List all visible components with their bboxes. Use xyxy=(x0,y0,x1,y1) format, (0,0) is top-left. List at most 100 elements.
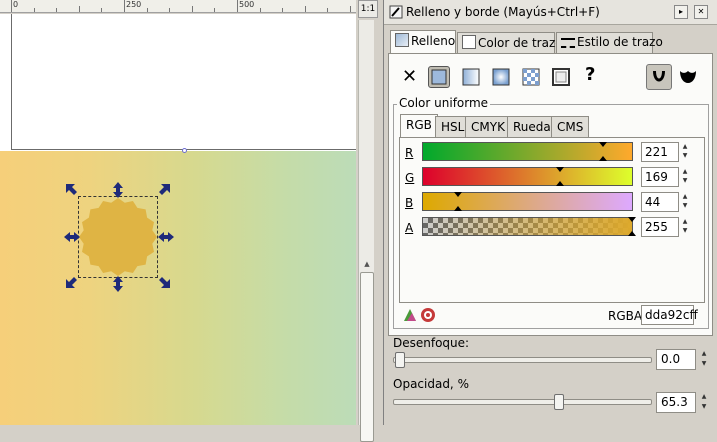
vertical-scrollbar[interactable]: ▲ xyxy=(358,20,374,442)
ruler-label: 250 xyxy=(126,0,142,9)
tab-wheel[interactable]: Rueda xyxy=(507,116,557,138)
flat-color-button[interactable] xyxy=(428,66,450,88)
slider-a-marker[interactable] xyxy=(628,231,636,236)
selection-handles[interactable] xyxy=(64,182,174,292)
scale-handle-right-icon xyxy=(158,232,174,242)
ruler-tick xyxy=(169,8,170,12)
dialog-titlebar[interactable]: Relleno y borde (Mayús+Ctrl+F) ▸ ✕ xyxy=(384,0,717,25)
blur-value-input[interactable]: 0.0 xyxy=(656,349,696,370)
ruler-label: 0 xyxy=(13,0,19,9)
ruler-tick xyxy=(11,0,12,12)
color-picker-icon[interactable] xyxy=(402,307,418,323)
ruler-tick xyxy=(147,8,148,12)
ruler-tick xyxy=(101,8,102,12)
scale-handle-bottom-left-icon xyxy=(66,277,77,288)
ruler-tick xyxy=(124,0,125,12)
ruler-tick xyxy=(34,8,35,12)
slider-r-marker[interactable] xyxy=(599,156,607,161)
tab-cms[interactable]: CMS xyxy=(551,116,590,138)
ruler-tick xyxy=(79,6,80,12)
slider-a[interactable] xyxy=(422,217,633,236)
channel-label-a: A xyxy=(405,221,414,235)
scrollbar-thumb[interactable] xyxy=(360,272,374,442)
channel-label-r: R xyxy=(405,146,414,160)
linear-gradient-button[interactable] xyxy=(460,66,482,88)
radial-gradient-button[interactable] xyxy=(490,66,512,88)
blur-label: Desenfoque: xyxy=(393,336,470,350)
swatch-icon xyxy=(552,68,570,86)
opacity-value-input[interactable]: 65.3 xyxy=(656,392,696,413)
ruler-tick xyxy=(237,0,238,12)
tab-label: Estilo de trazo xyxy=(577,35,663,49)
fill-rule-evenodd-button[interactable] xyxy=(646,64,672,90)
pattern-button[interactable] xyxy=(520,66,542,88)
stroke-style-icon xyxy=(561,38,575,48)
nonzero-icon xyxy=(680,71,696,83)
canvas-area[interactable]: 0 250 500 1:1 ▲ xyxy=(0,0,383,442)
scale-handle-top-left-icon xyxy=(66,184,77,195)
blur-slider[interactable] xyxy=(393,357,652,363)
ruler-tick xyxy=(350,6,351,12)
r-value-input[interactable]: 221 xyxy=(641,142,679,162)
tab-stroke-style[interactable]: Estilo de trazo xyxy=(556,32,663,54)
b-value-input[interactable]: 44 xyxy=(641,192,679,212)
dialog-menu-button[interactable]: ▸ xyxy=(674,5,688,19)
slider-g-marker[interactable] xyxy=(556,167,564,172)
ruler-tick xyxy=(260,8,261,12)
scale-handle-bottom-icon xyxy=(113,276,123,292)
no-paint-button[interactable]: ✕ xyxy=(402,68,417,86)
ruler-tick xyxy=(305,6,306,12)
opacity-spin-arrows-icon[interactable]: ▲ ▼ xyxy=(699,392,709,413)
opacity-slider-thumb[interactable] xyxy=(554,394,564,410)
tab-rgb[interactable]: RGB xyxy=(400,114,438,138)
blur-slider-thumb[interactable] xyxy=(395,352,405,368)
color-managed-icon[interactable] xyxy=(420,307,436,323)
a-spin-arrows-icon[interactable]: ▲ ▼ xyxy=(680,217,690,237)
tab-stroke-paint[interactable]: Color de trazo xyxy=(457,32,563,54)
gradient-handle[interactable] xyxy=(182,148,187,153)
opacity-label: Opacidad, % xyxy=(393,377,469,391)
scale-handle-top-right-icon xyxy=(159,184,170,195)
tab-fill[interactable]: Relleno xyxy=(390,30,456,54)
rgba-input[interactable]: dda92cff xyxy=(641,305,698,325)
slider-r-marker[interactable] xyxy=(599,142,607,147)
group-label: Color uniforme xyxy=(397,96,491,110)
blur-spin-arrows-icon[interactable]: ▲ ▼ xyxy=(699,349,709,370)
r-spin-arrows-icon[interactable]: ▲ ▼ xyxy=(680,142,690,162)
slider-g[interactable] xyxy=(422,167,633,186)
ruler-tick xyxy=(327,8,328,12)
b-spin-arrows-icon[interactable]: ▲ ▼ xyxy=(680,192,690,212)
slider-b-marker[interactable] xyxy=(454,206,462,211)
scale-handle-left-icon xyxy=(64,232,80,242)
slider-g-marker[interactable] xyxy=(556,181,564,186)
g-value-input[interactable]: 169 xyxy=(641,167,679,187)
opacity-slider[interactable] xyxy=(393,399,652,405)
flat-color-icon xyxy=(431,69,447,85)
fill-stroke-icon xyxy=(389,5,403,19)
linear-gradient-icon xyxy=(462,68,480,86)
ruler-tick xyxy=(214,8,215,12)
radial-gradient-icon xyxy=(492,68,510,86)
gradient-rectangle[interactable] xyxy=(0,151,356,425)
evenodd-icon xyxy=(653,71,665,82)
fill-rule-nonzero-button[interactable] xyxy=(675,64,701,90)
scroll-up-icon[interactable]: ▲ xyxy=(360,258,374,270)
zoom-1-1-button[interactable]: 1:1 xyxy=(358,0,378,18)
slider-b-marker[interactable] xyxy=(454,192,462,197)
ruler-label: 500 xyxy=(239,0,255,9)
dialog-title: Relleno y borde (Mayús+Ctrl+F) xyxy=(406,5,600,19)
g-spin-arrows-icon[interactable]: ▲ ▼ xyxy=(680,167,690,187)
page-border xyxy=(11,14,12,150)
tab-label: Color de trazo xyxy=(478,36,563,50)
channel-label-b: B xyxy=(405,196,414,210)
dialog-close-button[interactable]: ✕ xyxy=(694,5,708,19)
swatch-button[interactable] xyxy=(550,66,572,88)
scale-handle-bottom-right-icon xyxy=(159,277,170,288)
slider-a-marker[interactable] xyxy=(628,217,636,222)
horizontal-ruler[interactable]: 0 250 500 xyxy=(0,0,356,13)
tab-cmyk[interactable]: CMYK xyxy=(465,116,511,138)
ruler-tick xyxy=(56,8,57,12)
unset-paint-button[interactable]: ? xyxy=(585,64,595,85)
a-value-input[interactable]: 255 xyxy=(641,217,679,237)
tab-label: Relleno xyxy=(411,34,456,48)
